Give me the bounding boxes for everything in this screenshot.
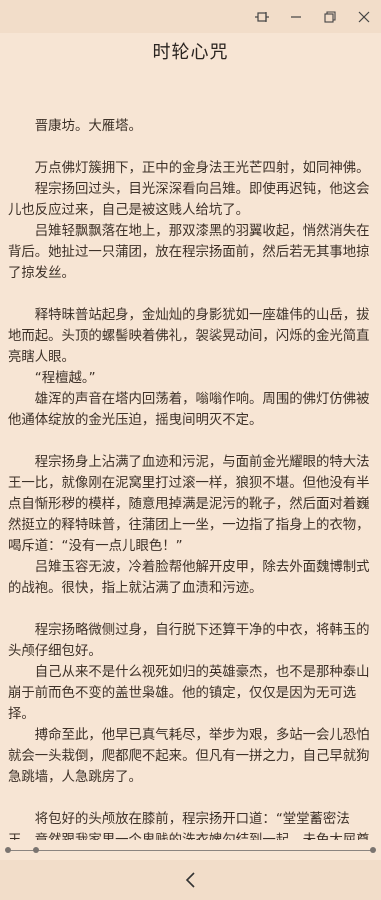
paragraph: 释特昧普站起身，金灿灿的身影犹如一座雄伟的山岳，拔地而起。头顶的螺髻映着佛礼，袈… (8, 308, 370, 365)
close-icon[interactable] (347, 0, 381, 33)
paragraph: 搏命至此，他早已真气耗尽，举步为艰，多站一会儿恐怕就会一头栽倒，爬都爬不起来。但… (8, 728, 370, 785)
title-bar (0, 0, 381, 33)
back-icon[interactable] (171, 860, 211, 900)
paragraph: “程檀越。” (34, 371, 96, 386)
book-title: 时轮心咒 (152, 42, 229, 63)
pin-icon[interactable] (245, 0, 279, 33)
progress-end-dot[interactable] (370, 847, 376, 853)
progress-track[interactable] (8, 850, 373, 851)
paragraph: 程宗扬身上沾满了血迹和污泥，与面前金光耀眼的特大法王一比，就像刚在泥窝里打过滚一… (8, 455, 370, 554)
minimize-icon[interactable] (279, 0, 313, 33)
restore-icon[interactable] (313, 0, 347, 33)
reader-content[interactable]: 晋康坊。大雁塔。万点佛灯簇拥下，正中的金身法王光芒四射，如同神佛。程宗扬回过头，… (8, 116, 374, 840)
page-progress[interactable] (0, 840, 381, 860)
paragraph: 将包好的头颅放在膝前，程宗扬开口道：“堂堂蓄密法王，竟然跟我家里一个卑贱的洗衣婢… (8, 812, 370, 840)
paragraph: 程宗扬回过头，目光深深看向吕雉。即使再迟钝，他这会儿也反应过来，自己是被这贱人给… (8, 182, 370, 218)
paragraph: 吕雉玉容无波，冷着脸帮他解开皮甲，除去外面魏博制式的战袍。很快，指上就沾满了血渍… (8, 560, 370, 596)
progress-handle[interactable] (33, 847, 39, 853)
paragraph: 吕雉轻飘飘落在地上，那双漆黑的羽翼收起，悄然消失在背后。她扯过一只蒲团，放在程宗… (8, 224, 370, 281)
paragraph: 雄浑的声音在塔内回荡着，嗡嗡作响。周围的佛灯仿佛被他通体绽放的金光压迫，摇曳间明… (8, 392, 370, 428)
bottom-nav-bar (0, 860, 381, 900)
paragraph: 自己从来不是什么视死如归的英雄豪杰，也不是那种泰山崩于前而色不变的盖世枭雄。他的… (8, 665, 370, 722)
paragraph: 万点佛灯簇拥下，正中的金身法王光芒四射，如同神佛。 (34, 161, 370, 176)
progress-start-dot[interactable] (5, 847, 11, 853)
paragraph: 程宗扬略微侧过身，自行脱下还算干净的中衣，将韩玉的头颅仔细包好。 (8, 623, 370, 659)
paragraph: 晋康坊。大雁塔。 (34, 119, 142, 134)
